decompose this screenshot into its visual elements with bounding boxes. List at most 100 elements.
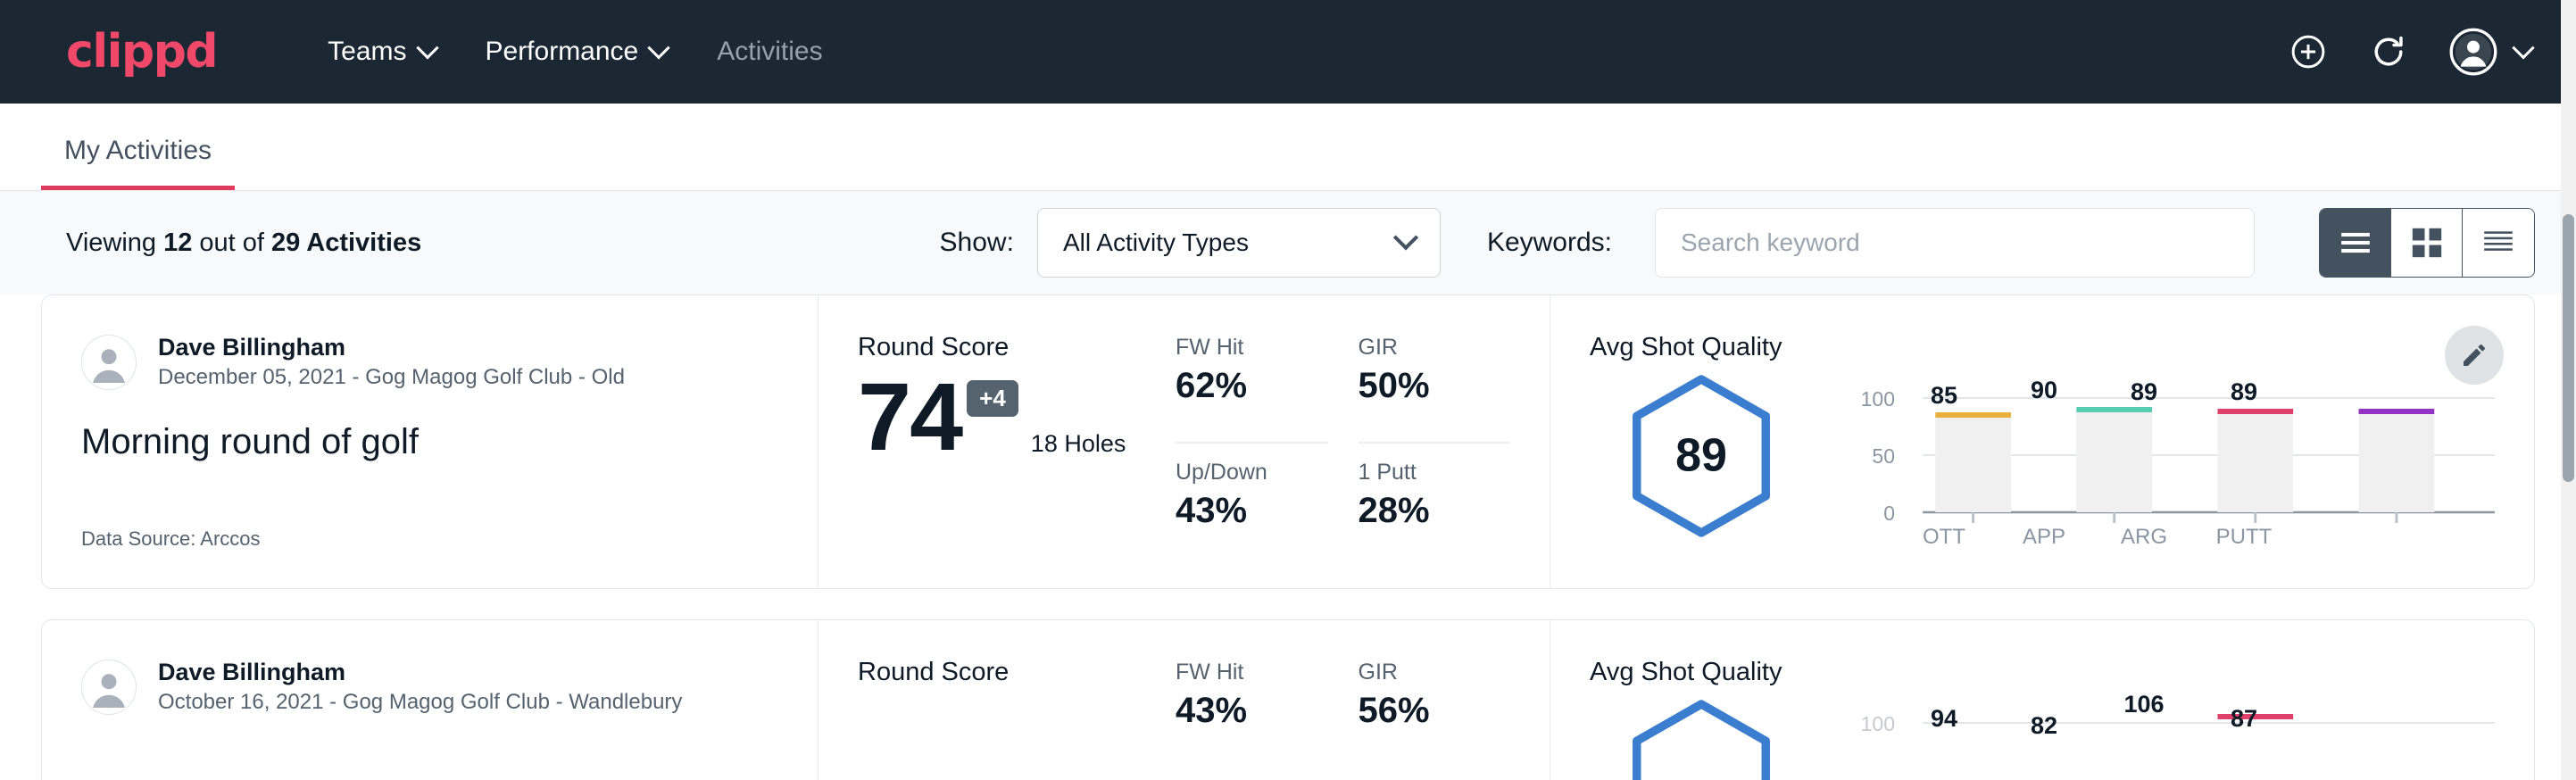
round-score-section: Round Score 74 +4 18 Holes — [819, 295, 1176, 588]
nav-actions — [2289, 28, 2531, 76]
viewing-prefix: Viewing — [66, 228, 163, 257]
list-view-icon — [2339, 229, 2372, 256]
app-logo[interactable]: clippd — [66, 25, 217, 79]
activity-player: Dave Billingham December 05, 2021 - Gog … — [81, 333, 778, 392]
activity-card[interactable]: Dave Billingham December 05, 2021 - Gog … — [41, 295, 2535, 589]
stat-fw-hit: FW Hit 43% — [1176, 660, 1328, 780]
account-menu[interactable] — [2449, 28, 2531, 76]
stat-gir: GIR 50% — [1359, 335, 1511, 444]
stat-gir: GIR 56% — [1359, 660, 1511, 780]
avg-shot-quality-body: 100 94 82 106 87 — [1590, 693, 2495, 780]
avatar — [81, 335, 137, 390]
person-icon — [83, 336, 135, 388]
view-toggle-group — [2319, 208, 2535, 278]
chevron-down-icon — [416, 37, 438, 59]
stat-one-putt-label: 1 Putt — [1359, 460, 1511, 485]
grid-view-icon — [2411, 227, 2443, 259]
nav-item-teams-label: Teams — [328, 37, 406, 67]
activity-meta: October 16, 2021 - Gog Magog Golf Club -… — [158, 688, 682, 717]
activity-card[interactable]: Dave Billingham October 16, 2021 - Gog M… — [41, 619, 2535, 780]
activity-player: Dave Billingham October 16, 2021 - Gog M… — [81, 658, 778, 717]
activity-list: Dave Billingham December 05, 2021 - Gog … — [0, 295, 2576, 780]
activity-player-text: Dave Billingham October 16, 2021 - Gog M… — [158, 658, 682, 717]
avg-shot-quality-label: Avg Shot Quality — [1590, 658, 2495, 687]
add-icon[interactable] — [2289, 32, 2328, 71]
chevron-down-icon — [648, 37, 670, 59]
scrollbar-thumb[interactable] — [2563, 214, 2574, 482]
stat-fw-hit-label: FW Hit — [1176, 660, 1328, 685]
stat-fw-hit-value: 43% — [1176, 691, 1328, 731]
stat-up-down-label: Up/Down — [1176, 460, 1328, 485]
avatar — [81, 660, 137, 715]
viewing-total: 29 Activities — [271, 228, 421, 257]
viewing-count-text: Viewing 12 out of 29 Activities — [66, 228, 421, 258]
list-view-button[interactable] — [2320, 209, 2391, 277]
round-score-label: Round Score — [858, 658, 1176, 687]
show-label: Show: — [940, 228, 1014, 258]
activity-type-select-value: All Activity Types — [1063, 228, 1249, 257]
person-icon — [83, 661, 135, 713]
search-input[interactable] — [1681, 228, 2229, 257]
activity-title: Morning round of golf — [81, 422, 778, 462]
page-scrollbar[interactable] — [2561, 0, 2576, 780]
stat-gir-value: 50% — [1359, 366, 1511, 406]
filter-bar: Viewing 12 out of 29 Activities Show: Al… — [0, 191, 2576, 295]
player-name: Dave Billingham — [158, 658, 682, 688]
stat-fw-hit: FW Hit 62% — [1176, 335, 1328, 444]
search-field-wrapper — [1655, 208, 2255, 278]
top-navigation-bar: clippd Teams Performance Activities — [0, 0, 2576, 104]
compact-view-button[interactable] — [2463, 209, 2534, 277]
activity-player-text: Dave Billingham December 05, 2021 - Gog … — [158, 333, 625, 392]
avg-shot-quality-label: Avg Shot Quality — [1590, 333, 2495, 362]
tab-my-activities[interactable]: My Activities — [41, 136, 235, 190]
nav-item-performance-label: Performance — [486, 37, 639, 67]
viewing-mid: out of — [192, 228, 271, 257]
round-stats-grid: FW Hit 62% GIR 50% Up/Down 43% 1 Putt 28… — [1176, 295, 1550, 588]
player-name: Dave Billingham — [158, 333, 625, 363]
stat-one-putt: 1 Putt 28% — [1359, 444, 1511, 551]
chevron-down-icon — [1393, 225, 1418, 250]
activity-type-select[interactable]: All Activity Types — [1037, 208, 1441, 278]
stat-gir-value: 56% — [1359, 691, 1511, 731]
activity-source: Data Source: Arccos — [81, 527, 778, 551]
avg-shot-quality-body: 89 — [1590, 368, 2495, 551]
pencil-icon — [2460, 341, 2489, 369]
round-stats-grid: FW Hit 43% GIR 56% — [1176, 620, 1550, 780]
nav-item-activities[interactable]: Activities — [692, 28, 847, 76]
primary-nav: Teams Performance Activities — [303, 28, 847, 76]
quality-hexagon — [1590, 693, 1813, 780]
stat-up-down-value: 43% — [1176, 491, 1328, 531]
stat-fw-hit-value: 62% — [1176, 366, 1328, 406]
stat-gir-label: GIR — [1359, 335, 1511, 361]
round-score-label: Round Score — [858, 333, 1176, 362]
activity-info: Dave Billingham October 16, 2021 - Gog M… — [42, 620, 819, 780]
filter-controls: Show: All Activity Types Keywords: — [940, 208, 2535, 278]
activity-info: Dave Billingham December 05, 2021 - Gog … — [42, 295, 819, 588]
stat-up-down: Up/Down 43% — [1176, 444, 1328, 551]
nav-item-performance[interactable]: Performance — [461, 28, 693, 76]
tab-bar: My Activities — [0, 104, 2576, 191]
chevron-down-icon — [2512, 37, 2534, 59]
account-icon — [2449, 28, 2497, 76]
round-score-row: 74 +4 18 Holes — [858, 371, 1176, 463]
stat-fw-hit-label: FW Hit — [1176, 335, 1328, 361]
quality-hexagon: 89 — [1590, 368, 1813, 539]
hexagon-icon — [1625, 698, 1778, 780]
stat-gir-label: GIR — [1359, 660, 1511, 685]
compact-view-icon — [2481, 228, 2515, 257]
grid-view-button[interactable] — [2391, 209, 2463, 277]
keywords-label: Keywords: — [1487, 228, 1612, 258]
nav-item-teams[interactable]: Teams — [303, 28, 460, 76]
edit-activity-button[interactable] — [2445, 326, 2504, 385]
avg-shot-quality-section: Avg Shot Quality 89 — [1550, 295, 2534, 588]
viewing-count: 12 — [163, 228, 192, 257]
avg-shot-quality-section: Avg Shot Quality 100 94 82 — [1550, 620, 2534, 780]
score-differential-badge: +4 — [967, 380, 1018, 417]
activity-meta: December 05, 2021 - Gog Magog Golf Club … — [158, 363, 625, 392]
quality-score-value: 89 — [1675, 428, 1727, 482]
stat-one-putt-value: 28% — [1359, 491, 1511, 531]
refresh-icon[interactable] — [2369, 32, 2408, 71]
nav-item-activities-label: Activities — [717, 37, 822, 67]
round-score-section: Round Score — [819, 620, 1176, 780]
holes-played: 18 Holes — [1031, 430, 1126, 463]
